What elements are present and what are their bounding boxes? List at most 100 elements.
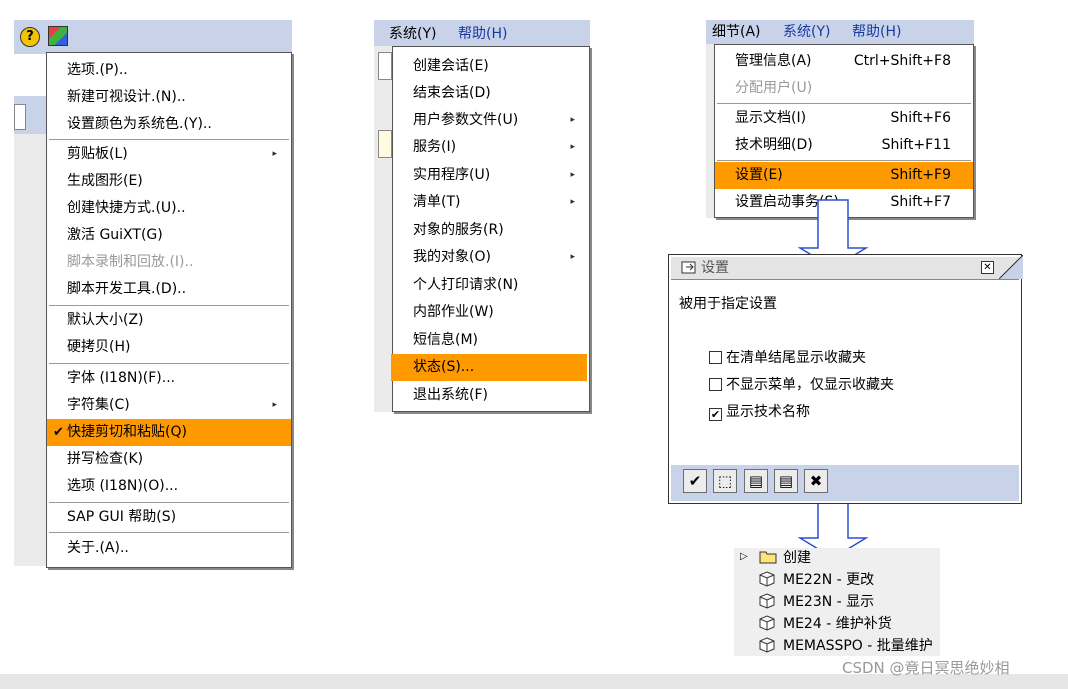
tree-item[interactable]: ME24 - 维护补货 [783,614,892,634]
left-background-lower [14,134,48,566]
tree-folder-label[interactable]: 创建 [783,548,811,568]
menu-item-options[interactable]: 选项.(P).. [47,57,291,84]
menu-item-script-dev-tools[interactable]: 脚本开发工具.(D).. [47,276,291,303]
menu-item-status[interactable]: 状态(S)... [391,354,587,381]
menu-item-services[interactable]: 服务(I) ▸ [393,134,589,161]
menu-label: 选项 (I18N)(O)... [67,478,179,494]
menu-label: 设置颜色为系统色.(Y).. [67,116,212,132]
submenu-arrow-icon: ▸ [570,170,575,180]
menu-item-create-shortcut[interactable]: 创建快捷方式.(U).. [47,195,291,222]
menu-separator [49,532,289,534]
select-button[interactable]: ⬚ [713,469,737,493]
tree-item[interactable]: ME23N - 显示 [783,592,874,612]
menu-label: 选项.(P).. [67,62,128,78]
menu-item-my-objects[interactable]: 我的对象(O) ▸ [393,244,589,271]
menu-item-spell-check[interactable]: 拼写检查(K) [47,446,291,473]
submenu-arrow-icon: ▸ [570,252,575,262]
menu-item-sap-gui-help[interactable]: SAP GUI 帮助(S) [47,504,291,531]
menu-item-log-off[interactable]: 退出系统(F) [393,382,589,409]
middle-background-box [378,52,392,80]
menu-item-create-session[interactable]: 创建会话(E) [393,53,589,80]
menu-item-internal-jobs[interactable]: 内部作业(W) [393,299,589,326]
save-button[interactable]: ▤ [744,469,768,493]
menubar-item-system[interactable]: 系统(Y) [389,24,436,44]
menu-item-admin-info[interactable]: 管理信息(A) Ctrl+Shift+F8 [715,48,973,75]
shortcut-label: Shift+F7 [890,194,951,210]
menu-label: 状态(S)... [413,359,475,375]
option-show-tech-names[interactable]: ✔ 显示技术名称 [709,401,810,423]
dialog-subtitle: 被用于指定设置 [679,296,777,312]
menu-item-quick-cut-paste[interactable]: ✔ 快捷剪切和粘贴(Q) [47,419,291,446]
menu-label: 激活 GuiXT(G) [67,227,163,243]
option-show-favorites-end[interactable]: 在清单结尾显示收藏夹 [709,347,866,369]
confirm-button[interactable]: ✔ [683,469,707,493]
checkbox-checked[interactable]: ✔ [709,408,722,421]
customize-layout-icon[interactable] [48,26,68,46]
menu-label: SAP GUI 帮助(S) [67,509,177,525]
menu-item-system-colors[interactable]: 设置颜色为系统色.(Y).. [47,111,291,138]
shortcut-label: Shift+F6 [890,110,951,126]
menu-label: 字体 (I18N)(F)... [67,370,176,386]
close-icon[interactable]: ✕ [981,261,994,274]
menu-item-charset[interactable]: 字符集(C) ▸ [47,392,291,419]
menubar-item-help[interactable]: 帮助(H) [852,22,901,42]
help-icon[interactable]: ? [20,27,40,47]
middle-background-box [378,130,392,158]
menu-item-list[interactable]: 清单(T) ▸ [393,189,589,216]
checkbox-unchecked[interactable] [709,378,722,391]
menu-item-user-profile[interactable]: 用户参数文件(U) ▸ [393,107,589,134]
menu-item-hardcopy[interactable]: 硬拷贝(H) [47,334,291,361]
menu-label: 剪贴板(L) [67,146,128,162]
menu-label: 短信息(M) [413,332,479,348]
submenu-arrow-icon: ▸ [570,197,575,207]
folder-icon [759,551,777,564]
system-menu: 创建会话(E) 结束会话(D) 用户参数文件(U) ▸ 服务(I) ▸ 实用程序(U… [391,46,590,412]
menu-item-utilities[interactable]: 实用程序(U) ▸ [393,162,589,189]
menu-item-default-size[interactable]: 默认大小(Z) [47,307,291,334]
menu-item-options-i18n[interactable]: 选项 (I18N)(O)... [47,473,291,500]
menu-item-short-message[interactable]: 短信息(M) [393,327,589,354]
tree-item[interactable]: ME22N - 更改 [783,570,874,590]
option-favorites-only[interactable]: 不显示菜单，仅显示收藏夹 [709,374,894,396]
menu-label: 我的对象(O) [413,249,491,265]
checkbox-unchecked[interactable] [709,351,722,364]
submenu-arrow-icon: ▸ [272,149,277,159]
menu-item-font[interactable]: 字体 (I18N)(F)... [47,365,291,392]
menu-item-settings[interactable]: 设置(E) Shift+F9 [715,162,973,189]
menu-item-technical-details[interactable]: 技术明细(D) Shift+F11 [715,132,973,159]
menu-label: 创建会话(E) [413,58,489,74]
menu-label: 分配用户(U) [735,80,813,96]
details-menu: 管理信息(A) Ctrl+Shift+F8 分配用户(U) 显示文档(I) Shif… [714,44,974,218]
watermark: CSDN @竟日冥思绝妙相 [842,659,1010,677]
submenu-arrow-icon: ▸ [570,142,575,152]
options-menu: 选项.(P).. 新建可视设计.(N).. 设置颜色为系统色.(Y).. 剪贴板… [46,52,292,568]
menu-item-generate-graphic[interactable]: 生成图形(E) [47,168,291,195]
menu-item-display-docs[interactable]: 显示文档(I) Shift+F6 [715,105,973,132]
menu-label: 拼写检查(K) [67,451,144,467]
option-label: 不显示菜单，仅显示收藏夹 [726,377,894,393]
menu-item-object-services[interactable]: 对象的服务(R) [393,217,589,244]
menu-item-about[interactable]: 关于.(A).. [47,535,291,562]
menu-label: 管理信息(A) [735,53,812,69]
tree-item[interactable]: MEMASSPO - 批量维护 [783,636,933,656]
menu-item-new-visual-design[interactable]: 新建可视设计.(N).. [47,84,291,111]
settings-dialog: 设置 ✕ 被用于指定设置 在清单结尾显示收藏夹 不显示菜单，仅显示收藏夹 ✔ 显示… [668,254,1023,504]
menubar-item-help[interactable]: 帮助(H) [458,24,507,44]
menubar-item-system[interactable]: 系统(Y) [783,22,830,42]
transaction-cube-icon [759,637,775,653]
menu-label: 生成图形(E) [67,173,143,189]
menu-label: 脚本录制和回放.(I).. [67,254,194,270]
menubar-item-details[interactable]: 细节(A) [712,22,761,42]
menu-label: 个人打印请求(N) [413,277,519,293]
menu-label: 内部作业(W) [413,304,494,320]
menu-item-print-requests[interactable]: 个人打印请求(N) [393,272,589,299]
menu-label: 默认大小(Z) [67,312,144,328]
menu-item-activate-guixt[interactable]: 激活 GuiXT(G) [47,222,291,249]
expand-triangle-icon[interactable]: ▷ [740,549,748,565]
save-as-button[interactable]: ▤ [774,469,798,493]
submenu-arrow-icon: ▸ [570,115,575,125]
dialog-title: 设置 [701,260,729,276]
menu-item-end-session[interactable]: 结束会话(D) [393,80,589,107]
menu-item-clipboard[interactable]: 剪贴板(L) ▸ [47,141,291,168]
cancel-button[interactable]: ✖ [804,469,828,493]
